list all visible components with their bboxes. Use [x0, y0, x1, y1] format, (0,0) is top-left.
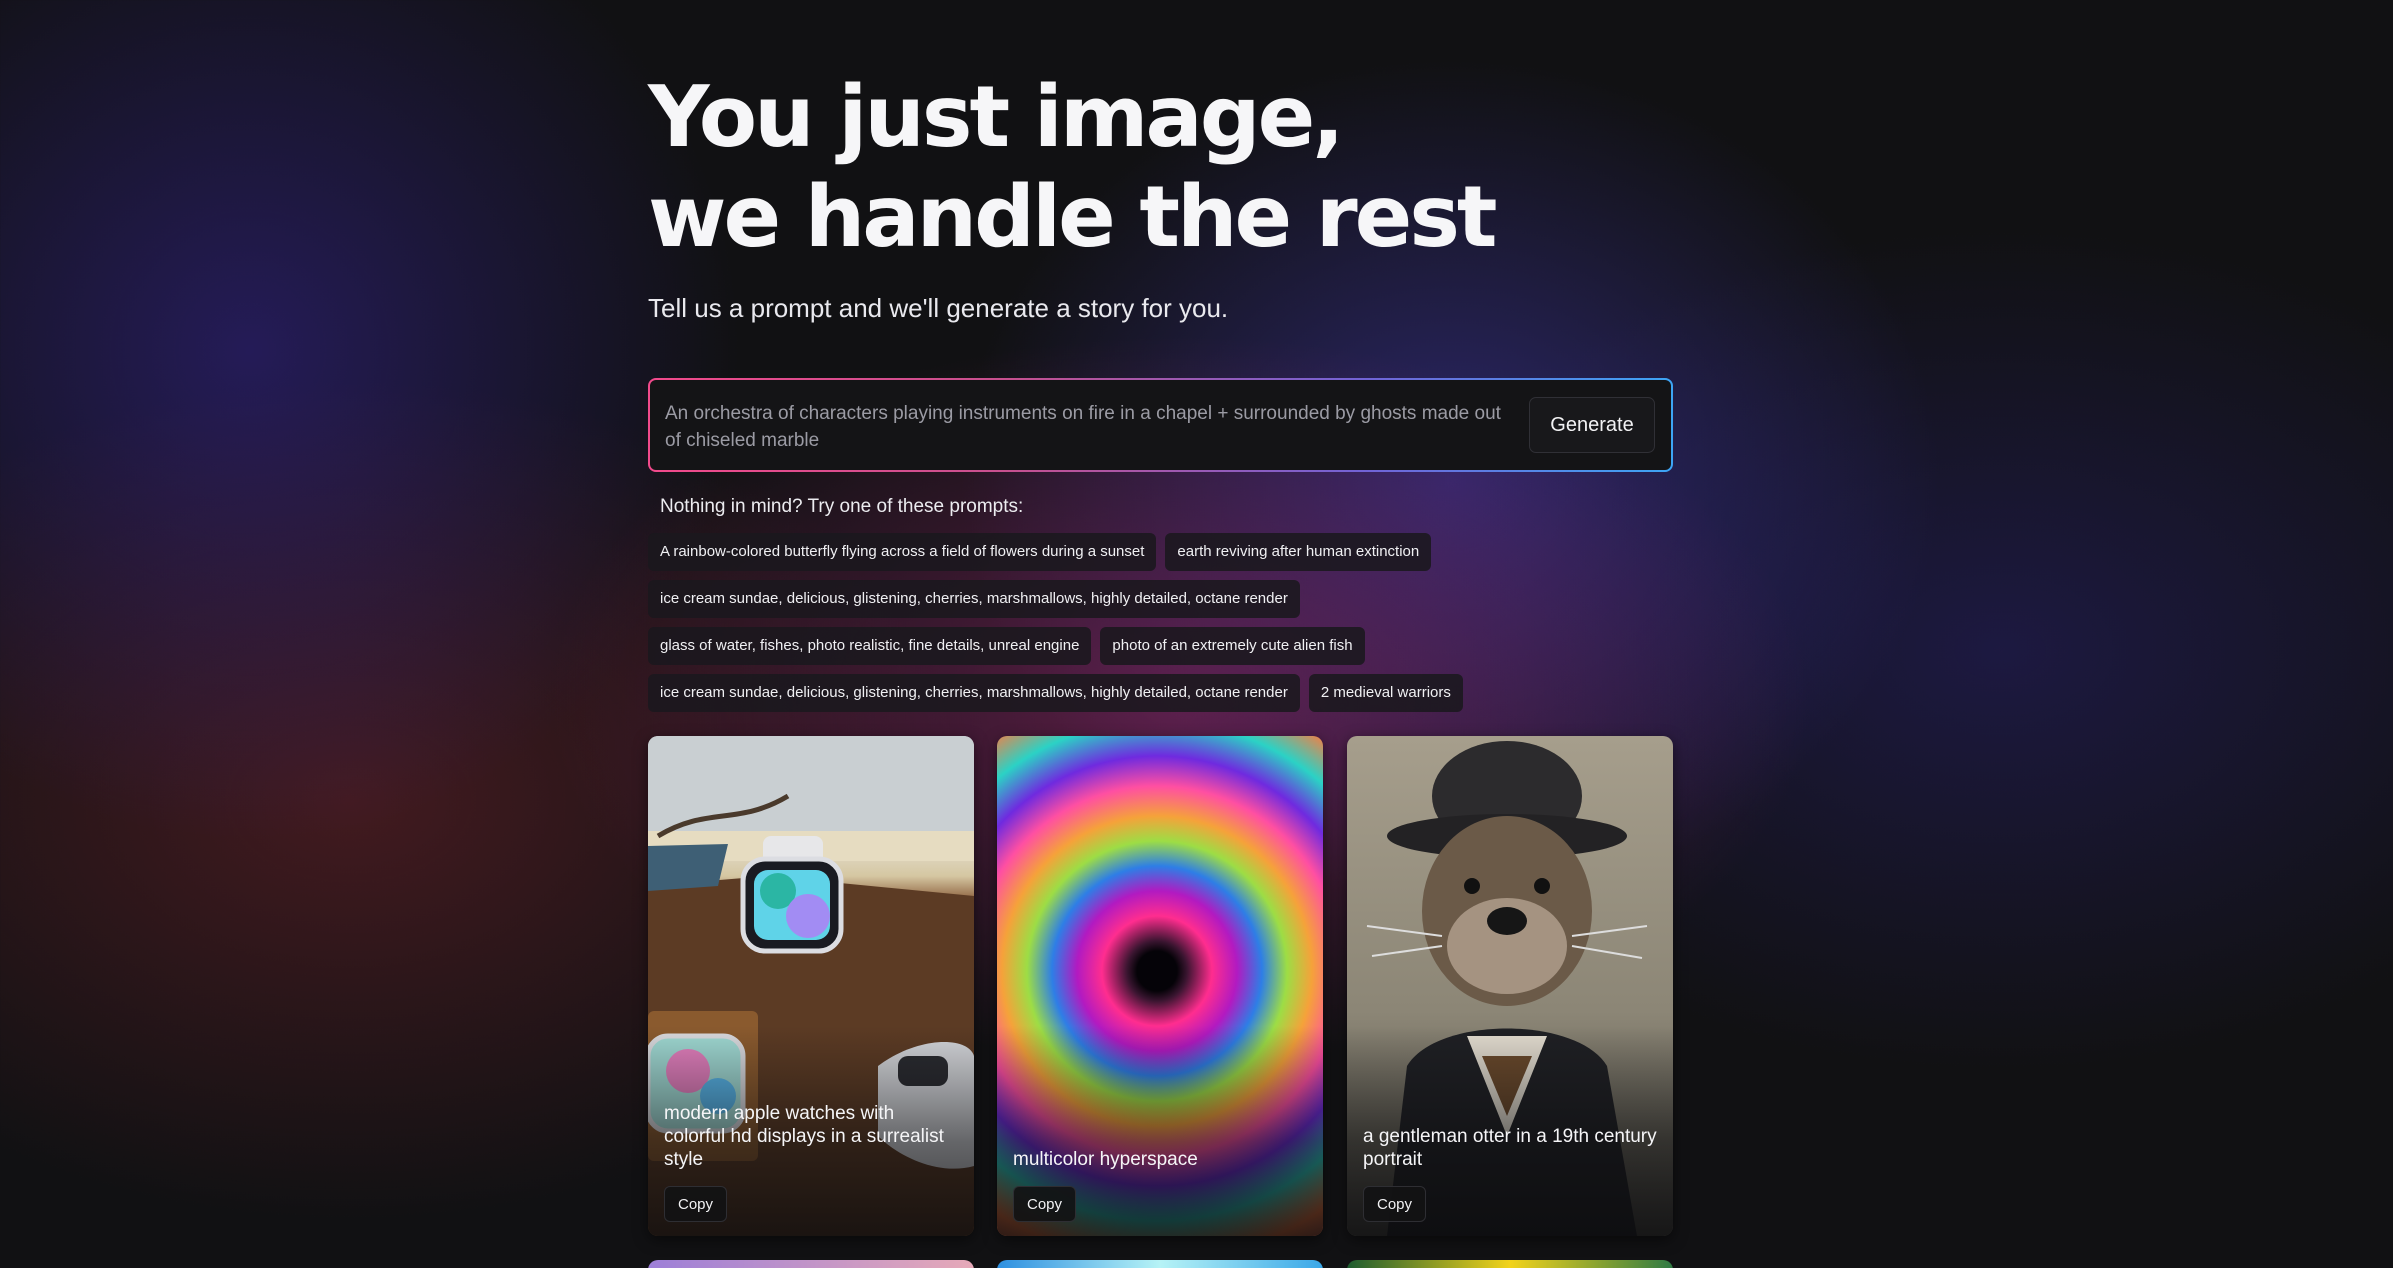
suggestions-heading: Nothing in mind? Try one of these prompt… [660, 496, 1024, 517]
copy-button[interactable]: Copy [1363, 1186, 1427, 1222]
hero-title-line-2: we handle the rest [648, 168, 1498, 267]
gallery-card[interactable]: modern apple watches with colorful hd di… [648, 736, 974, 1236]
gallery-card[interactable]: multicolor hyperspace Copy [997, 736, 1323, 1236]
chip-row: glass of water, fishes, photo realistic,… [648, 627, 1673, 665]
chip-row: A rainbow-colored butterfly flying acros… [648, 533, 1673, 571]
suggestion-chip[interactable]: A rainbow-colored butterfly flying acros… [648, 533, 1157, 571]
chip-row: ice cream sundae, delicious, glistening,… [648, 580, 1673, 618]
suggestion-chip[interactable]: earth reviving after human extinction [1165, 533, 1432, 571]
suggestion-chips: A rainbow-colored butterfly flying acros… [648, 533, 1673, 721]
hero-subtitle: Tell us a prompt and we'll generate a st… [648, 293, 1229, 323]
prompt-input[interactable]: An orchestra of characters playing instr… [665, 400, 1510, 454]
prompt-inner: An orchestra of characters playing instr… [650, 380, 1671, 470]
next-card-peek [648, 1260, 974, 1268]
next-card-peek [1347, 1260, 1673, 1268]
chip-row: ice cream sundae, delicious, glistening,… [648, 674, 1673, 712]
hero-title-line-1: You just image, [648, 68, 1345, 167]
card-caption: modern apple watches with colorful hd di… [664, 1103, 944, 1170]
suggestion-chip[interactable]: ice cream sundae, delicious, glistening,… [648, 674, 1300, 712]
prompt-box: An orchestra of characters playing instr… [648, 378, 1673, 472]
gallery-card[interactable]: a gentleman otter in a 19th century port… [1347, 736, 1673, 1236]
suggestion-chip[interactable]: 2 medieval warriors [1308, 674, 1463, 712]
suggestion-chip[interactable]: ice cream sundae, delicious, glistening,… [648, 580, 1300, 618]
card-caption: a gentleman otter in a 19th century port… [1363, 1126, 1657, 1170]
copy-button[interactable]: Copy [1013, 1186, 1077, 1222]
suggestion-chip[interactable]: glass of water, fishes, photo realistic,… [648, 627, 1092, 665]
copy-button[interactable]: Copy [664, 1186, 728, 1222]
next-card-peek [997, 1260, 1323, 1268]
suggestion-chip[interactable]: photo of an extremely cute alien fish [1100, 627, 1365, 665]
generate-button[interactable]: Generate [1529, 397, 1655, 453]
hero-title: You just image, we handle the rest [648, 68, 1498, 268]
card-caption: multicolor hyperspace [1013, 1149, 1198, 1170]
